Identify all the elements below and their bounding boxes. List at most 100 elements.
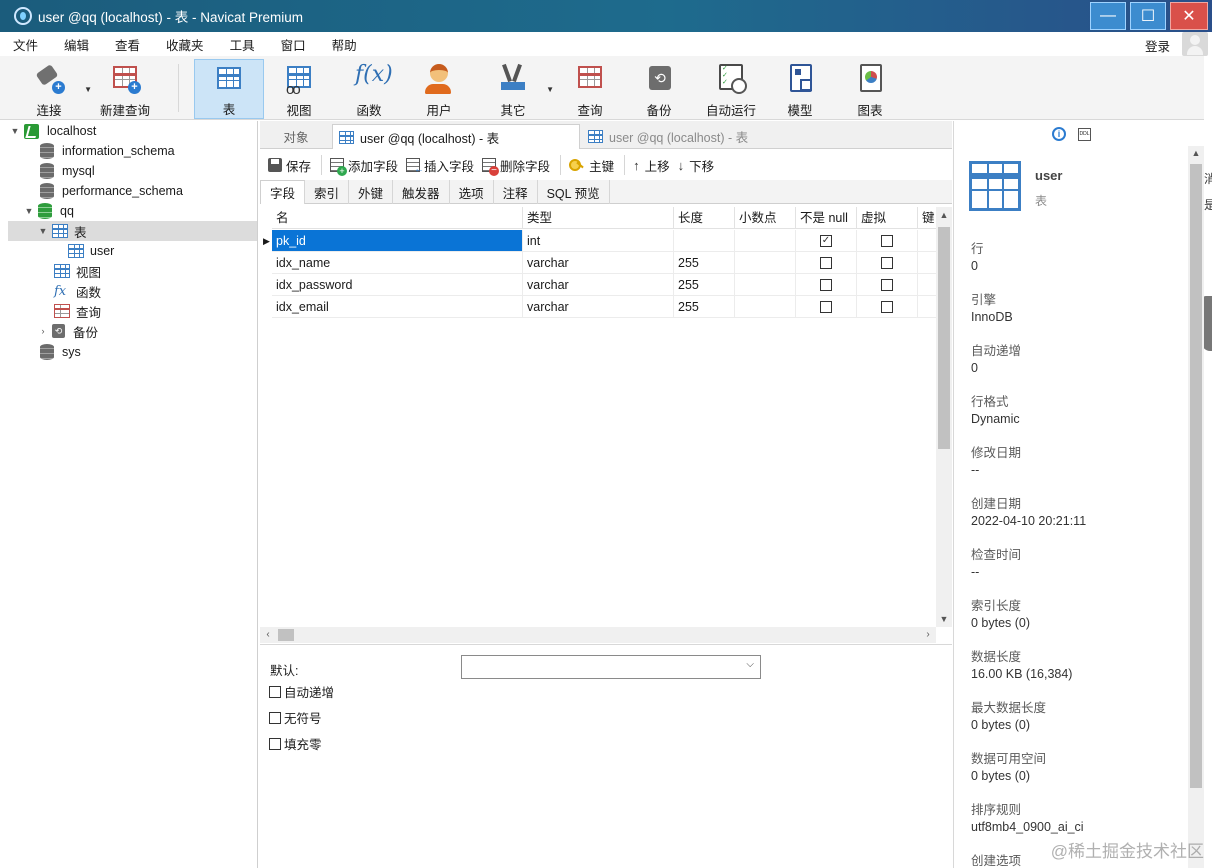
scroll-up-icon[interactable]: ▲ bbox=[936, 207, 952, 223]
default-value-select[interactable]: ⌵ bbox=[461, 655, 761, 679]
field-name-cell[interactable]: idx_email bbox=[272, 296, 523, 318]
zerofill-option[interactable]: 填充零 bbox=[269, 734, 322, 753]
field-length-cell[interactable]: 255 bbox=[674, 252, 735, 274]
scroll-thumb[interactable] bbox=[1190, 164, 1202, 788]
connect-button[interactable]: + 连接 ▼ bbox=[18, 59, 92, 119]
field-length-cell[interactable] bbox=[674, 230, 735, 252]
scroll-up-icon[interactable]: ▲ bbox=[1188, 148, 1204, 158]
key-cell[interactable] bbox=[918, 230, 936, 252]
expand-icon[interactable]: › bbox=[38, 326, 48, 336]
query-button[interactable]: 查询 bbox=[561, 59, 619, 119]
function-button[interactable]: f(x) 函数 bbox=[340, 59, 398, 119]
tab-triggers[interactable]: 触发器 bbox=[393, 180, 450, 204]
column-header-name[interactable]: 名 bbox=[272, 207, 523, 229]
tab-objects[interactable]: 对象 bbox=[260, 124, 332, 149]
column-header-not-null[interactable]: 不是 null bbox=[796, 207, 857, 229]
tab-fields[interactable]: 字段 bbox=[260, 180, 306, 204]
field-decimals-cell[interactable] bbox=[735, 296, 796, 318]
menu-edit[interactable]: 编辑 bbox=[51, 35, 102, 54]
tree-table-user[interactable]: user bbox=[68, 241, 114, 261]
column-header-length[interactable]: 长度 bbox=[674, 207, 735, 229]
tab-options[interactable]: 选项 bbox=[450, 180, 494, 204]
minimize-button[interactable]: — bbox=[1090, 2, 1126, 30]
info-icon[interactable]: i bbox=[1052, 127, 1066, 141]
field-name-cell[interactable]: idx_password bbox=[272, 274, 523, 296]
ddl-icon[interactable]: DDL bbox=[1078, 127, 1091, 141]
tab-user-table-active[interactable]: user @qq (localhost) - 表 bbox=[332, 124, 580, 149]
insert-field-button[interactable]: 插入字段 bbox=[406, 156, 474, 175]
tab-sql-preview[interactable]: SQL 预览 bbox=[538, 180, 610, 204]
menu-file[interactable]: 文件 bbox=[0, 35, 51, 54]
other-dropdown-icon[interactable]: ▼ bbox=[546, 85, 554, 94]
close-button[interactable]: ✕ bbox=[1170, 2, 1208, 30]
chart-button[interactable]: 图表 bbox=[841, 59, 899, 119]
info-vertical-scrollbar[interactable]: ▲ bbox=[1188, 146, 1204, 868]
maximize-button[interactable]: ☐ bbox=[1130, 2, 1166, 30]
tab-foreign-keys[interactable]: 外键 bbox=[349, 180, 394, 204]
tree-db-information-schema[interactable]: information_schema bbox=[40, 141, 175, 161]
backup-button[interactable]: ⟲ 备份 bbox=[630, 59, 688, 119]
field-type-cell[interactable]: varchar bbox=[523, 296, 674, 318]
tree-connection-localhost[interactable]: ▼ localhost bbox=[10, 121, 96, 141]
not-null-checkbox[interactable] bbox=[820, 278, 832, 291]
unsigned-option[interactable]: 无符号 bbox=[269, 708, 322, 727]
not-null-checkbox[interactable]: ✓ bbox=[820, 234, 832, 247]
tree-db-performance-schema[interactable]: performance_schema bbox=[40, 181, 183, 201]
unsigned-checkbox[interactable] bbox=[269, 711, 281, 724]
connect-dropdown-icon[interactable]: ▼ bbox=[84, 85, 92, 94]
tree-db-qq[interactable]: ▼ qq bbox=[24, 201, 74, 221]
not-null-checkbox[interactable] bbox=[820, 300, 832, 313]
field-decimals-cell[interactable] bbox=[735, 252, 796, 274]
column-header-virtual[interactable]: 虚拟 bbox=[857, 207, 918, 229]
grid-vertical-scrollbar[interactable]: ▲ ▼ bbox=[936, 207, 952, 627]
field-type-cell[interactable]: varchar bbox=[523, 252, 674, 274]
tree-views[interactable]: 视图 bbox=[54, 261, 101, 281]
move-down-button[interactable]: ↓ 下移 bbox=[678, 156, 715, 175]
virtual-checkbox[interactable] bbox=[881, 300, 893, 313]
auto-increment-option[interactable]: 自动递增 bbox=[269, 682, 334, 701]
tree-functions[interactable]: fx 函数 bbox=[54, 281, 101, 301]
scroll-right-icon[interactable]: › bbox=[920, 627, 936, 643]
key-cell[interactable] bbox=[918, 252, 936, 274]
key-cell[interactable] bbox=[918, 296, 936, 318]
tree-tables[interactable]: ▼ 表 bbox=[8, 221, 257, 241]
column-header-key[interactable]: 键 bbox=[918, 207, 936, 229]
menu-window[interactable]: 窗口 bbox=[268, 35, 319, 54]
virtual-checkbox[interactable] bbox=[881, 256, 893, 269]
other-button[interactable]: 其它 ▼ bbox=[484, 59, 554, 119]
not-null-checkbox[interactable] bbox=[820, 256, 832, 269]
auto-increment-checkbox[interactable] bbox=[269, 685, 281, 698]
grid-horizontal-scrollbar[interactable]: ‹ › bbox=[260, 627, 936, 643]
menu-favorites[interactable]: 收藏夹 bbox=[153, 35, 217, 54]
primary-key-button[interactable]: 主键 bbox=[569, 156, 614, 175]
field-decimals-cell[interactable] bbox=[735, 274, 796, 296]
model-button[interactable]: 模型 bbox=[771, 59, 829, 119]
column-header-decimals[interactable]: 小数点 bbox=[735, 207, 796, 229]
scroll-left-icon[interactable]: ‹ bbox=[260, 627, 276, 643]
menu-view[interactable]: 查看 bbox=[102, 35, 153, 54]
collapse-icon[interactable]: ▼ bbox=[10, 126, 20, 136]
zerofill-checkbox[interactable] bbox=[269, 737, 281, 750]
column-header-type[interactable]: 类型 bbox=[523, 207, 674, 229]
tab-indexes[interactable]: 索引 bbox=[305, 180, 350, 204]
field-type-cell[interactable]: varchar bbox=[523, 274, 674, 296]
view-button[interactable]: oo 视图 bbox=[270, 59, 328, 119]
field-length-cell[interactable]: 255 bbox=[674, 296, 735, 318]
collapse-icon[interactable]: ▼ bbox=[24, 206, 34, 216]
tree-backups[interactable]: › ⟲ 备份 bbox=[38, 321, 98, 341]
field-type-cell[interactable]: int bbox=[523, 230, 674, 252]
delete-field-button[interactable]: 删除字段 bbox=[482, 156, 550, 176]
scroll-thumb[interactable] bbox=[278, 629, 294, 641]
field-length-cell[interactable]: 255 bbox=[674, 274, 735, 296]
field-name-cell[interactable]: idx_name bbox=[272, 252, 523, 274]
add-field-button[interactable]: 添加字段 bbox=[330, 156, 398, 176]
automation-button[interactable]: 自动运行 bbox=[700, 59, 762, 119]
scroll-thumb[interactable] bbox=[938, 227, 950, 449]
move-up-button[interactable]: ↑ 上移 bbox=[633, 156, 670, 175]
tab-user-table-inactive[interactable]: user @qq (localhost) - 表 bbox=[582, 124, 830, 149]
collapse-icon[interactable]: ▼ bbox=[38, 226, 48, 236]
tab-comments[interactable]: 注释 bbox=[494, 180, 538, 204]
login-link[interactable]: 登录 bbox=[1145, 36, 1170, 55]
avatar[interactable] bbox=[1182, 32, 1208, 56]
menu-tools[interactable]: 工具 bbox=[217, 35, 268, 54]
